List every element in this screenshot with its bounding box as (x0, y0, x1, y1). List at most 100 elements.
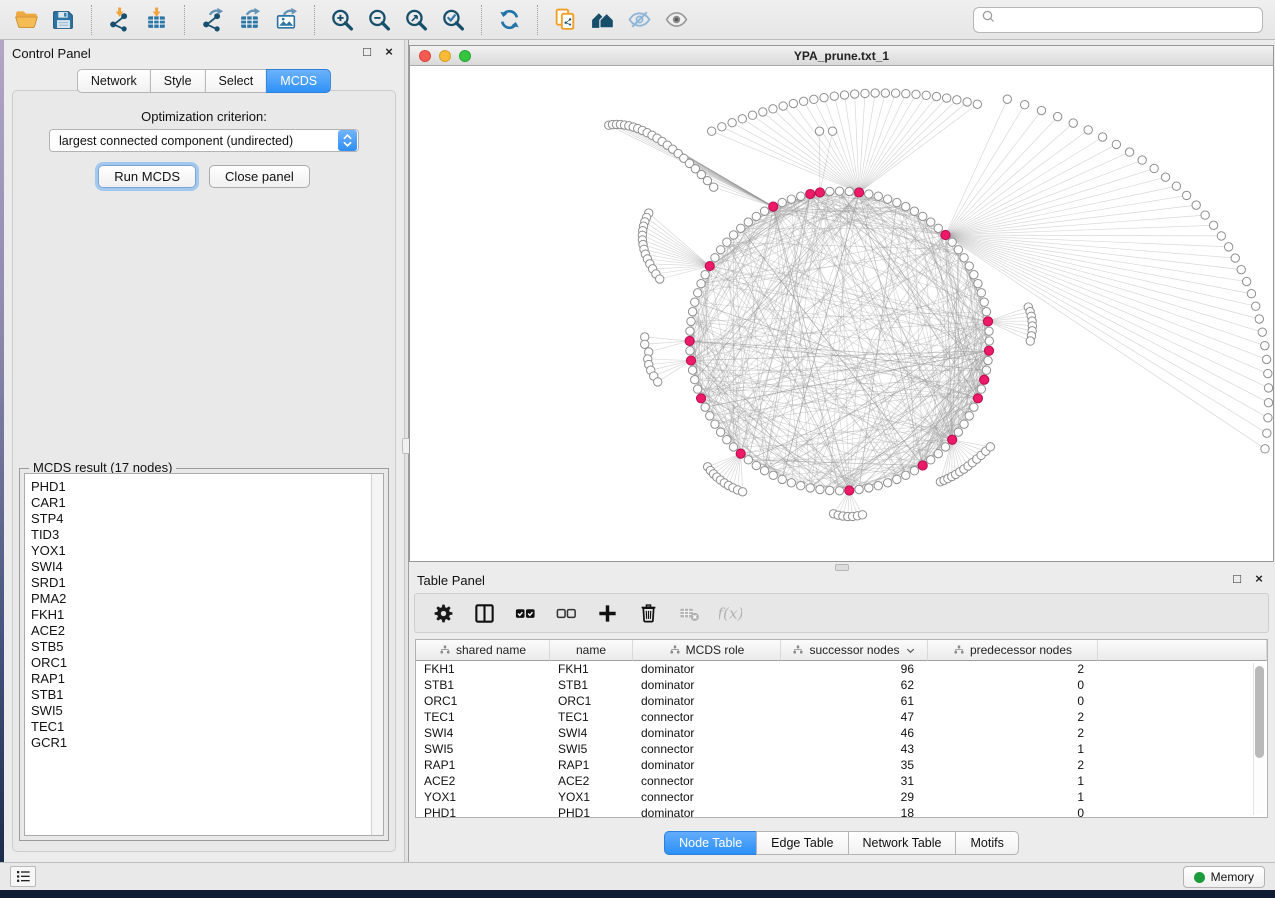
table-row[interactable]: YOX1YOX1connector291 (416, 789, 1267, 805)
table-row[interactable]: ORC1ORC1dominator610 (416, 693, 1267, 709)
table-cell: 1 (928, 789, 1098, 805)
zoom-in-icon (330, 7, 355, 32)
select-all-button[interactable] (511, 598, 539, 628)
mcds-node-item[interactable]: STB5 (31, 639, 369, 655)
export-image-button[interactable] (268, 5, 305, 35)
open-folder-button[interactable] (8, 5, 45, 35)
control-panel: Control Panel □ × NetworkStyleSelectMCDS… (4, 40, 404, 862)
table-row[interactable]: ACE2ACE2connector311 (416, 773, 1267, 789)
import-network-button[interactable] (101, 5, 138, 35)
table-panel-title: Table Panel (417, 573, 485, 588)
table-scrollbar-thumb[interactable] (1255, 666, 1264, 758)
float-panel-icon[interactable]: □ (1230, 571, 1244, 586)
run-mcds-button[interactable]: Run MCDS (98, 165, 196, 188)
deselect-all-button[interactable] (552, 598, 580, 628)
memory-label: Memory (1211, 870, 1254, 884)
table-row[interactable]: PHD1PHD1dominator180 (416, 805, 1267, 818)
save-button[interactable] (45, 5, 82, 35)
table-cell: 0 (928, 677, 1098, 693)
table-panel-header: Table Panel □ × (409, 567, 1274, 593)
import-table-button[interactable] (138, 5, 175, 35)
column-header-MCDS-role[interactable]: MCDS role (633, 640, 781, 661)
node-table[interactable]: shared namenameMCDS rolesuccessor nodesp… (415, 639, 1268, 818)
refresh-icon (497, 7, 522, 32)
tab-node-table[interactable]: Node Table (664, 831, 756, 855)
mcds-node-item[interactable]: RAP1 (31, 671, 369, 687)
eye-icon (664, 7, 689, 32)
float-panel-icon[interactable]: □ (360, 44, 374, 59)
tab-motifs[interactable]: Motifs (955, 831, 1018, 855)
network-canvas[interactable] (410, 67, 1273, 561)
copy-style-button[interactable] (547, 5, 584, 35)
tab-mcds[interactable]: MCDS (266, 69, 331, 93)
column-header-shared-name[interactable]: shared name (416, 640, 550, 661)
mcds-node-item[interactable]: GCR1 (31, 735, 369, 751)
mcds-node-item[interactable]: PHD1 (31, 479, 369, 495)
table-row[interactable]: SWI5SWI5connector431 (416, 741, 1267, 757)
add-column-button[interactable] (593, 598, 621, 628)
zoom-fit-button[interactable] (398, 5, 435, 35)
mcds-list-scrollbar[interactable] (371, 474, 383, 835)
mcds-node-item[interactable]: SWI4 (31, 559, 369, 575)
zoom-selected-button[interactable] (435, 5, 472, 35)
save-icon (51, 7, 76, 32)
column-header-successor-nodes[interactable]: successor nodes (781, 640, 928, 661)
mcds-node-item[interactable]: TID3 (31, 527, 369, 543)
mcds-node-item[interactable]: CAR1 (31, 495, 369, 511)
mcds-node-item[interactable]: YOX1 (31, 543, 369, 559)
table-row[interactable]: RAP1RAP1dominator352 (416, 757, 1267, 773)
houses-button[interactable] (584, 5, 621, 35)
columns-button[interactable] (470, 598, 498, 628)
task-history-button[interactable] (10, 866, 36, 887)
table-cell: TEC1 (550, 709, 633, 725)
zoom-out-icon (367, 7, 392, 32)
export-network-button[interactable] (194, 5, 231, 35)
tab-style[interactable]: Style (150, 69, 205, 93)
delete-column-button[interactable] (634, 598, 662, 628)
mcds-result-list[interactable]: PHD1CAR1STP4TID3YOX1SWI4SRD1PMA2FKH1ACE2… (24, 473, 384, 836)
column-header-name[interactable]: name (550, 640, 633, 661)
close-panel-icon[interactable]: × (382, 44, 396, 59)
tab-select[interactable]: Select (205, 69, 267, 93)
main-area: Control Panel □ × NetworkStyleSelectMCDS… (0, 40, 1275, 862)
network-window-titlebar[interactable]: YPA_prune.txt_1 (410, 46, 1273, 66)
search-input[interactable] (998, 10, 1256, 30)
zoom-out-button[interactable] (361, 5, 398, 35)
table-cell: PHD1 (550, 805, 633, 818)
mcds-node-item[interactable]: FKH1 (31, 607, 369, 623)
search-icon (980, 8, 998, 31)
table-row[interactable]: STB1STB1dominator620 (416, 677, 1267, 693)
table-row[interactable]: FKH1FKH1dominator962 (416, 661, 1267, 677)
export-table-button[interactable] (231, 5, 268, 35)
eye-slash-button[interactable] (621, 5, 658, 35)
table-scrollbar[interactable] (1253, 663, 1265, 815)
optimization-select[interactable]: largest connected component (undirected) (49, 129, 359, 152)
zoom-in-button[interactable] (324, 5, 361, 35)
mcds-node-item[interactable]: ACE2 (31, 623, 369, 639)
eye-button[interactable] (658, 5, 695, 35)
select-stepper-icon (338, 130, 357, 151)
mcds-node-item[interactable]: STP4 (31, 511, 369, 527)
tab-network-table[interactable]: Network Table (848, 831, 956, 855)
mcds-node-item[interactable]: SWI5 (31, 703, 369, 719)
column-header-predecessor-nodes[interactable]: predecessor nodes (928, 640, 1098, 661)
table-row[interactable]: SWI4SWI4dominator462 (416, 725, 1267, 741)
mcds-node-item[interactable]: STB1 (31, 687, 369, 703)
table-cell: 96 (781, 661, 928, 677)
mcds-node-item[interactable]: ORC1 (31, 655, 369, 671)
table-cell: RAP1 (550, 757, 633, 773)
close-panel-icon[interactable]: × (1252, 571, 1266, 586)
mcds-node-item[interactable]: SRD1 (31, 575, 369, 591)
toolbar-separator (537, 5, 538, 35)
tab-edge-table[interactable]: Edge Table (756, 831, 847, 855)
gear-button[interactable] (429, 598, 457, 628)
mcds-node-item[interactable]: PMA2 (31, 591, 369, 607)
mcds-node-item[interactable]: TEC1 (31, 719, 369, 735)
tab-network[interactable]: Network (77, 69, 150, 93)
close-panel-button[interactable]: Close panel (209, 165, 310, 188)
memory-button[interactable]: Memory (1183, 866, 1265, 888)
table-row[interactable]: TEC1TEC1connector472 (416, 709, 1267, 725)
refresh-button[interactable] (491, 5, 528, 35)
search-box[interactable] (973, 7, 1263, 33)
network-graph[interactable] (410, 67, 1273, 561)
